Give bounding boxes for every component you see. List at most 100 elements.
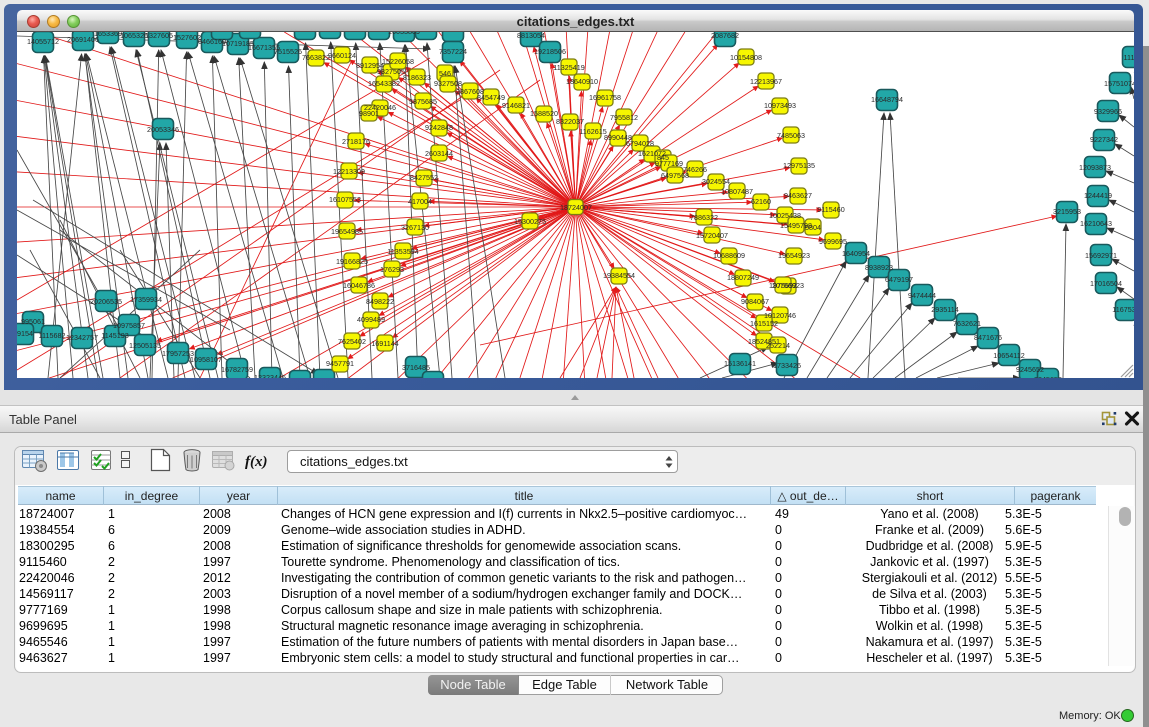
svg-text:7955812: 7955812 — [610, 113, 638, 122]
svg-text:8498222: 8498222 — [366, 297, 394, 306]
svg-text:15692971: 15692971 — [1085, 251, 1117, 260]
svg-text:417004: 417004 — [408, 197, 432, 206]
svg-text:1065326: 1065326 — [120, 32, 148, 40]
svg-text:f(x): f(x) — [245, 454, 268, 470]
svg-text:12093873: 12093873 — [1079, 163, 1111, 172]
svg-text:10654112: 10654112 — [993, 351, 1024, 360]
svg-text:12323446: 12323446 — [254, 373, 286, 378]
svg-text:7625402: 7625402 — [338, 337, 366, 346]
svg-text:15751074: 15751074 — [1104, 79, 1134, 88]
svg-text:10975857: 10975857 — [113, 321, 145, 330]
svg-text:5804: 5804 — [805, 223, 821, 232]
svg-text:17359934: 17359934 — [130, 295, 162, 304]
svg-text:2718176: 2718176 — [342, 137, 370, 146]
svg-text:9242848: 9242848 — [425, 123, 453, 132]
svg-text:8938923: 8938923 — [865, 263, 893, 272]
svg-text:16033809: 16033809 — [388, 32, 420, 36]
svg-text:995061: 995061 — [21, 317, 45, 326]
svg-text:9777169: 9777169 — [655, 159, 683, 168]
svg-text:1733426: 1733426 — [773, 361, 801, 370]
svg-text:8322037: 8322037 — [556, 117, 584, 126]
svg-text:10025438: 10025438 — [769, 211, 801, 220]
svg-text:98901: 98901 — [359, 109, 379, 118]
svg-text:9327505: 9327505 — [377, 67, 405, 76]
svg-text:10973493: 10973493 — [764, 101, 796, 110]
svg-text:20206535: 20206535 — [90, 297, 122, 306]
svg-text:3215953: 3215953 — [1053, 207, 1081, 216]
svg-text:16107553: 16107553 — [329, 195, 361, 204]
svg-text:9699695: 9699695 — [819, 237, 847, 246]
svg-text:16782759: 16782759 — [221, 365, 253, 374]
svg-text:2935114: 2935114 — [931, 305, 958, 314]
svg-text:1975692: 1975692 — [769, 281, 797, 290]
svg-text:1691144: 1691144 — [371, 339, 398, 348]
svg-text:3267130: 3267130 — [401, 223, 429, 232]
svg-text:17016504: 17016504 — [1090, 279, 1122, 288]
svg-text:10807487: 10807487 — [721, 187, 753, 196]
svg-text:9474444: 9474444 — [908, 291, 936, 300]
svg-text:16543382: 16543382 — [368, 79, 400, 88]
svg-text:7663822: 7663822 — [302, 53, 330, 62]
svg-text:15136141: 15136141 — [724, 359, 756, 368]
svg-text:12505135: 12505135 — [129, 341, 161, 350]
svg-text:19654923: 19654923 — [778, 251, 810, 260]
svg-text:11124: 11124 — [1124, 53, 1134, 62]
svg-text:6794028: 6794028 — [626, 139, 654, 148]
svg-text:18807249: 18807249 — [727, 273, 759, 282]
svg-text:12975135: 12975135 — [783, 161, 815, 170]
svg-text:62160: 62160 — [751, 197, 771, 206]
svg-text:11325419: 11325419 — [553, 63, 584, 72]
svg-text:4099489: 4099489 — [357, 315, 385, 324]
svg-text:1167533: 1167533 — [1112, 305, 1134, 314]
svg-text:7515526: 7515526 — [274, 47, 302, 56]
svg-text:15226058: 15226058 — [382, 57, 414, 66]
svg-text:9660124: 9660124 — [328, 51, 356, 60]
svg-text:9245652: 9245652 — [1016, 365, 1044, 374]
svg-text:10154808: 10154808 — [730, 53, 762, 62]
svg-text:2603144: 2603144 — [425, 149, 453, 158]
svg-text:39154: 39154 — [17, 329, 33, 338]
svg-text:7357224: 7357224 — [439, 47, 467, 56]
svg-text:14055712: 14055712 — [27, 37, 59, 46]
svg-text:1640954: 1640954 — [842, 249, 870, 258]
svg-text:5875685: 5875685 — [409, 97, 437, 106]
svg-text:1588520: 1588520 — [530, 109, 558, 118]
svg-text:9245652: 9245652 — [1034, 375, 1062, 378]
svg-text:18640910: 18640910 — [566, 77, 598, 86]
svg-text:19218506: 19218506 — [534, 47, 566, 56]
svg-text:16648794: 16648794 — [871, 95, 903, 104]
svg-text:11353594: 11353594 — [387, 247, 418, 256]
svg-text:1145193: 1145193 — [101, 331, 128, 340]
svg-text:1244419: 1244419 — [1084, 191, 1112, 200]
svg-text:15720407: 15720407 — [696, 231, 728, 240]
svg-text:15300275: 15300275 — [514, 217, 546, 226]
svg-text:9463627: 9463627 — [784, 191, 812, 200]
svg-text:8813054: 8813054 — [517, 32, 545, 40]
svg-text:3716485: 3716485 — [402, 363, 430, 372]
svg-text:1615152: 1615152 — [750, 319, 778, 328]
svg-text:19654985: 19654985 — [331, 227, 363, 236]
svg-text:7485063: 7485063 — [777, 131, 805, 140]
svg-text:12213309: 12213309 — [333, 167, 365, 176]
svg-text:8454749: 8454749 — [477, 93, 505, 102]
svg-text:16046786: 16046786 — [343, 281, 375, 290]
svg-text:9115460: 9115460 — [817, 205, 844, 214]
svg-text:252214: 252214 — [766, 341, 790, 350]
svg-text:176293: 176293 — [380, 265, 404, 274]
svg-text:2087682: 2087682 — [711, 32, 739, 40]
svg-text:546: 546 — [439, 69, 451, 78]
svg-text:3024554: 3024554 — [702, 177, 730, 186]
svg-text:10688609: 10688609 — [713, 251, 745, 260]
svg-text:12213967: 12213967 — [750, 77, 782, 86]
svg-text:7886322: 7886322 — [690, 213, 718, 222]
svg-text:10958107: 10958107 — [190, 355, 222, 364]
svg-text:16961758: 16961758 — [589, 93, 621, 102]
svg-text:1653369: 1653369 — [94, 32, 122, 38]
svg-text:19384554: 19384554 — [603, 271, 635, 280]
svg-text:9227342: 9227342 — [1090, 135, 1118, 144]
svg-text:7632621: 7632621 — [953, 319, 981, 328]
svg-text:20053346: 20053346 — [147, 125, 179, 134]
svg-text:12342757: 12342757 — [66, 333, 98, 342]
svg-text:1115682: 1115682 — [39, 331, 66, 340]
svg-text:1527602: 1527602 — [173, 33, 201, 42]
